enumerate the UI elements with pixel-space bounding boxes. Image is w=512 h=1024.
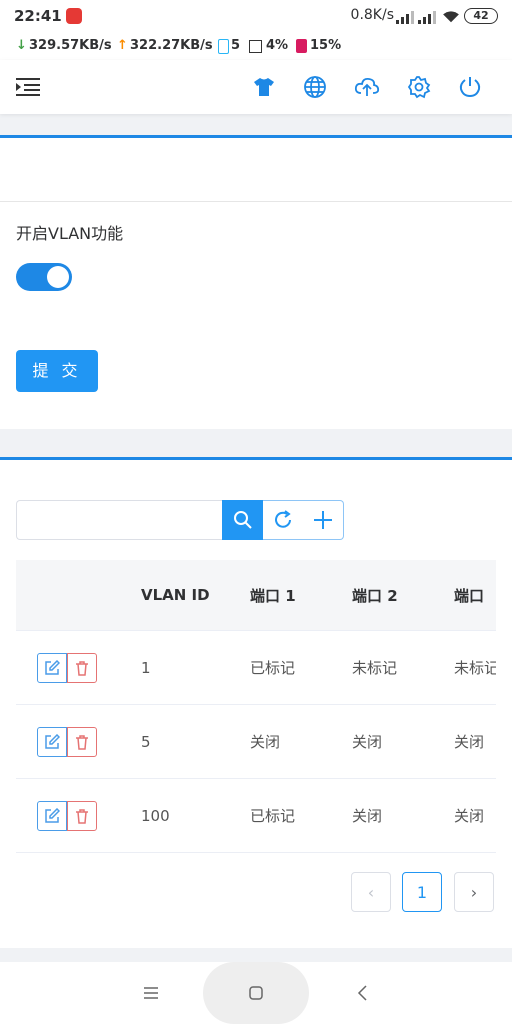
header-vlan-id: VLAN ID — [141, 560, 250, 631]
app-notification-icon — [66, 8, 82, 24]
network-stats-bar: ↓ 329.57KB/s ↑ 322.27KB/s 5 4% 15% — [0, 34, 512, 60]
submit-button[interactable]: 提 交 — [16, 350, 98, 392]
cell-port-1: 关闭 — [250, 704, 352, 779]
cell-port-3: 关闭 — [454, 704, 496, 779]
signal-icon — [396, 11, 414, 24]
cell-port-1: 已标记 — [250, 630, 352, 705]
edit-button[interactable] — [37, 726, 67, 757]
cpu-usage: 4% — [266, 38, 289, 53]
delete-button[interactable] — [67, 652, 97, 683]
edit-button[interactable] — [37, 800, 67, 831]
menu-toggle-icon[interactable] — [15, 74, 41, 100]
header-port-3: 端口 — [454, 560, 496, 631]
cell-vlan-id: 1 — [141, 630, 250, 705]
cell-port-1: 已标记 — [250, 778, 352, 853]
switch-knob — [47, 266, 69, 288]
status-time: 22:41 — [14, 7, 62, 25]
cell-vlan-id: 5 — [141, 704, 250, 779]
signal-icon-2 — [418, 11, 436, 24]
memory-usage: 15% — [310, 38, 342, 53]
edit-icon — [45, 807, 60, 823]
theme-shirt-icon[interactable] — [251, 74, 277, 100]
header-actions — [16, 560, 141, 631]
upload-speed: 322.27KB/s — [130, 38, 213, 53]
download-arrow-icon: ↓ — [16, 38, 27, 53]
cell-port-3: 关闭 — [454, 778, 496, 853]
vlan-table: VLAN ID 端口 1 端口 2 端口 1 已标记 未标记 未标记 5 关闭 … — [16, 560, 496, 853]
vlan-enable-label: 开启VLAN功能 — [16, 224, 124, 243]
next-page-button[interactable]: › — [454, 872, 494, 912]
vlan-enable-switch[interactable] — [16, 263, 72, 291]
prev-page-button[interactable]: ‹ — [351, 872, 391, 912]
settings-gear-icon[interactable] — [406, 74, 432, 100]
header-port-1: 端口 1 — [250, 560, 352, 631]
edit-icon — [45, 733, 60, 749]
search-button[interactable] — [222, 500, 263, 540]
header-port-2: 端口 2 — [352, 560, 454, 631]
status-bar: 22:41 0.8K/s 42 — [0, 0, 512, 34]
table-row: 100 已标记 关闭 关闭 — [16, 778, 496, 853]
cell-vlan-id: 100 — [141, 778, 250, 853]
system-navigation-bar — [0, 962, 512, 1024]
wifi-icon — [443, 11, 459, 23]
cell-port-3: 未标记 — [454, 630, 496, 705]
cpu-icon — [249, 40, 262, 53]
search-input[interactable] — [16, 500, 222, 540]
refresh-button[interactable] — [263, 500, 304, 540]
refresh-icon — [275, 510, 291, 528]
table-header-row: VLAN ID 端口 1 端口 2 端口 — [16, 560, 496, 631]
back-icon[interactable] — [348, 978, 378, 1008]
cell-port-2: 未标记 — [352, 630, 454, 705]
search-icon — [233, 511, 252, 529]
trash-icon — [76, 734, 88, 750]
cell-port-2: 关闭 — [352, 778, 454, 853]
card-divider — [0, 201, 512, 202]
status-speed: 0.8K/s — [350, 7, 394, 23]
upload-arrow-icon: ↑ — [117, 38, 128, 53]
device-icon — [218, 39, 229, 54]
cell-port-2: 关闭 — [352, 704, 454, 779]
cloud-upload-icon[interactable] — [354, 74, 380, 100]
home-icon[interactable] — [241, 978, 271, 1008]
recent-apps-icon[interactable] — [136, 978, 166, 1008]
memory-icon — [296, 39, 307, 53]
add-button[interactable] — [302, 500, 344, 540]
battery-icon: 42 — [464, 8, 498, 24]
page-1-button[interactable]: 1 — [402, 872, 442, 912]
device-count: 5 — [231, 38, 241, 53]
trash-icon — [76, 660, 88, 676]
vlan-settings-card: 开启VLAN功能 提 交 — [0, 135, 512, 429]
edit-button[interactable] — [37, 652, 67, 683]
vlan-table-card: VLAN ID 端口 1 端口 2 端口 1 已标记 未标记 未标记 5 关闭 … — [0, 457, 512, 948]
power-icon[interactable] — [457, 74, 483, 100]
delete-button[interactable] — [67, 800, 97, 831]
trash-icon — [76, 808, 88, 824]
download-speed: 329.57KB/s — [29, 38, 112, 53]
plus-icon — [313, 511, 332, 529]
top-navigation — [0, 60, 512, 114]
edit-icon — [45, 659, 60, 675]
language-globe-icon[interactable] — [302, 74, 328, 100]
table-row: 5 关闭 关闭 关闭 — [16, 704, 496, 779]
table-row: 1 已标记 未标记 未标记 — [16, 630, 496, 705]
delete-button[interactable] — [67, 726, 97, 757]
